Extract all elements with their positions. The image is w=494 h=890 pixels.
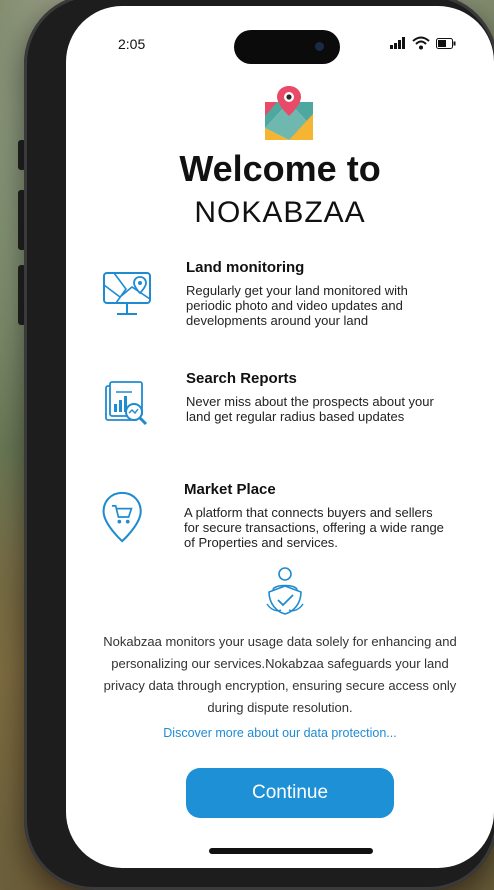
phone-screen: 2:05 Welcome to NOKABZAA Land monitoring… <box>66 6 494 868</box>
feature-market-place: Market Place A platform that connects bu… <box>102 481 472 561</box>
feature-description: A platform that connects buyers and sell… <box>184 505 444 550</box>
cart-pin-icon <box>102 491 142 543</box>
signal-icon <box>390 37 405 49</box>
privacy-notice: Nokabzaa monitors your usage data solely… <box>103 634 457 715</box>
status-icons <box>390 36 456 50</box>
feature-description: Never miss about the prospects about you… <box>186 394 434 424</box>
status-time: 2:05 <box>118 36 146 52</box>
nokabzaa-logo-icon <box>265 86 313 140</box>
dynamic-island <box>234 30 340 64</box>
wifi-icon <box>412 36 430 50</box>
feature-search-reports: Search Reports Never miss about the pros… <box>102 370 472 440</box>
feature-title: Market Place <box>184 481 276 498</box>
camera-icon <box>315 42 324 51</box>
phone-frame: 2:05 Welcome to NOKABZAA Land monitoring… <box>24 0 494 890</box>
feature-land-monitoring: Land monitoring Regularly get your land … <box>102 259 472 339</box>
search-report-icon <box>105 381 148 426</box>
battery-icon <box>436 37 456 49</box>
user-shield-icon <box>266 567 304 615</box>
feature-description: Regularly get your land monitored with p… <box>186 283 408 328</box>
continue-button[interactable]: Continue <box>186 768 394 818</box>
data-protection-link[interactable]: Discover more about our data protection.… <box>66 726 494 740</box>
feature-title: Search Reports <box>186 370 297 387</box>
welcome-title: Welcome to <box>179 148 381 189</box>
home-indicator[interactable] <box>209 848 373 854</box>
feature-title: Land monitoring <box>186 259 305 276</box>
map-monitor-icon <box>103 272 151 315</box>
brand-name: NOKABZAA <box>194 196 366 229</box>
